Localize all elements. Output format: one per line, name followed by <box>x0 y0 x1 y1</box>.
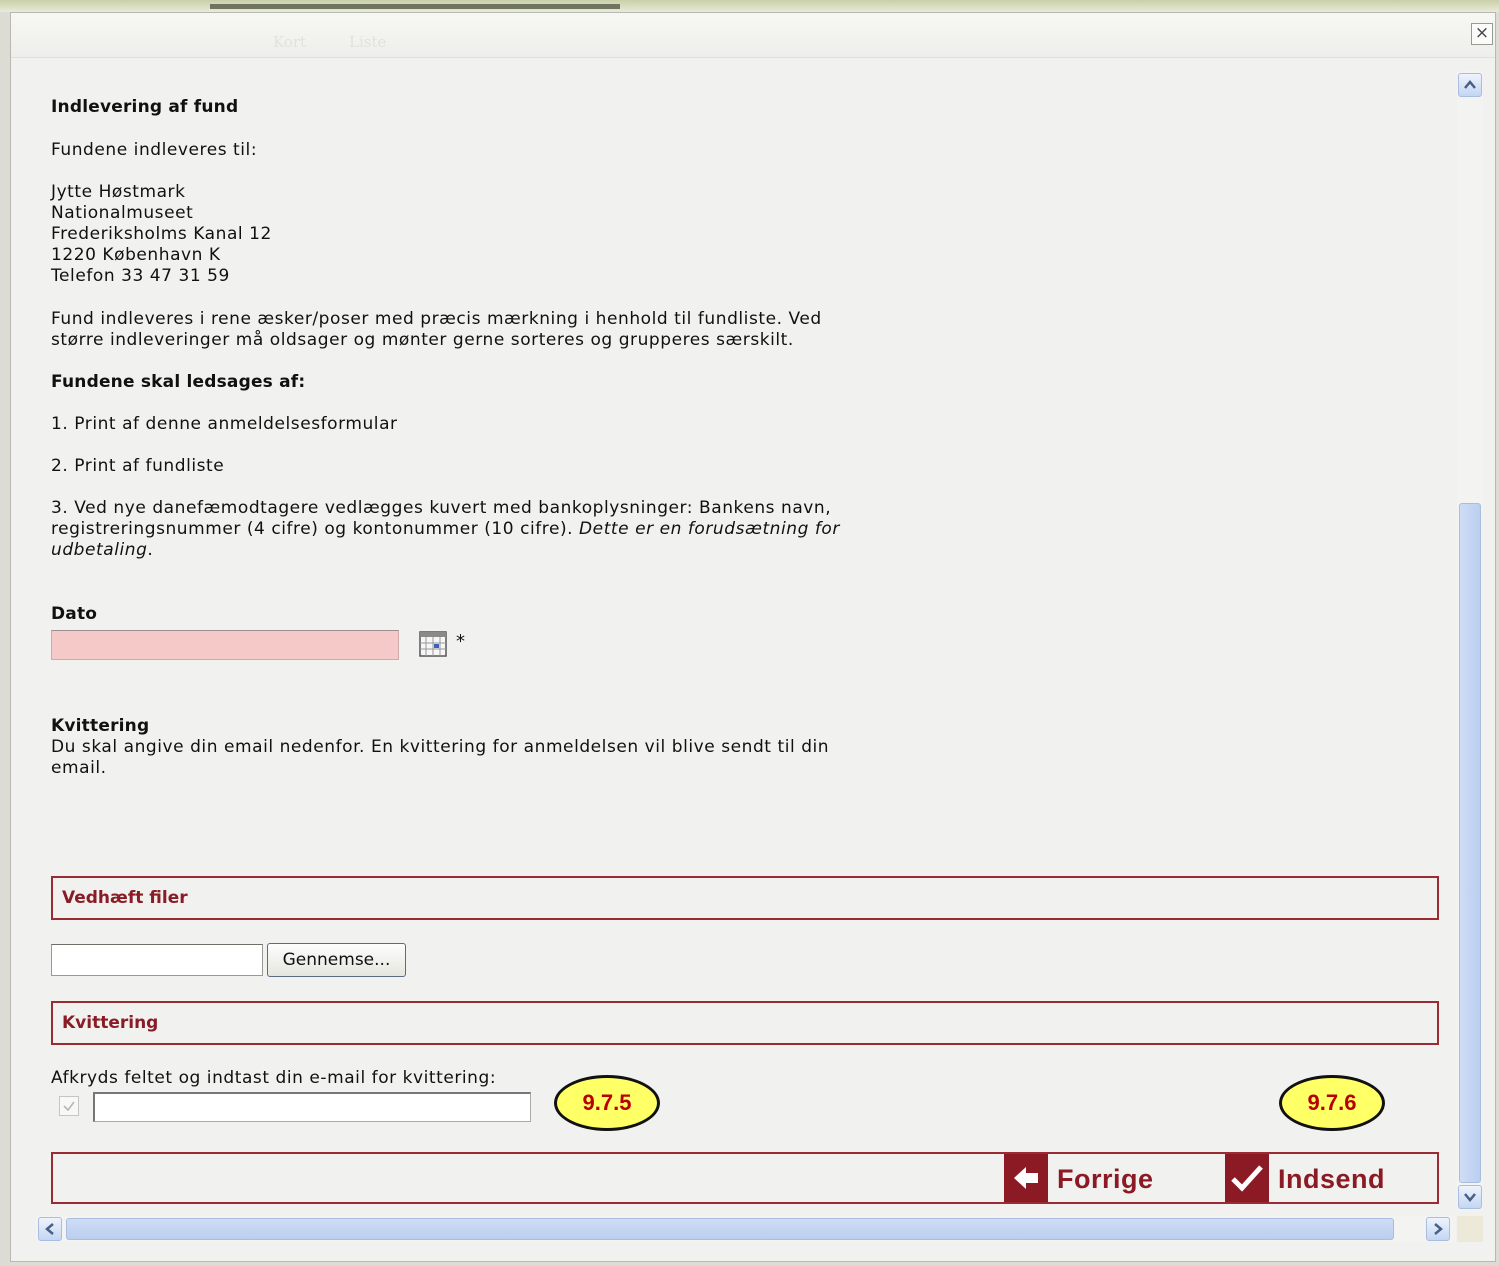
delivered-to-text: Fundene indleveres til: <box>51 140 258 160</box>
address-line: Frederiksholms Kanal 12 <box>51 224 272 244</box>
receipt-section-header: Kvittering <box>51 1001 1439 1045</box>
date-label: Dato <box>51 604 98 624</box>
address-line: 1220 København K <box>51 245 221 265</box>
address-line: Jytte Høstmark <box>51 182 186 202</box>
arrow-left-icon <box>1004 1154 1048 1202</box>
calendar-icon[interactable] <box>419 631 447 657</box>
requirement-text: registreringsnummer (4 cifre) og kontonu… <box>51 519 580 539</box>
scroll-up-button[interactable] <box>1458 73 1482 97</box>
vertical-scrollbar[interactable] <box>1457 71 1483 1211</box>
check-icon <box>63 1101 75 1112</box>
back-button-label: Forrige <box>1057 1164 1154 1194</box>
scrollbar-corner <box>1457 1216 1483 1242</box>
requirement-item: 1. Print af denne anmeldelsesformular <box>51 414 398 434</box>
packaging-text: Fund indleveres i rene æsker/poser med p… <box>51 309 822 329</box>
chevron-right-icon <box>1434 1223 1443 1235</box>
browse-button[interactable]: Gennemse... <box>267 943 406 977</box>
scroll-left-button[interactable] <box>38 1217 62 1241</box>
back-button[interactable]: Forrige <box>1004 1154 1222 1202</box>
horizontal-scrollbar[interactable] <box>36 1216 1456 1242</box>
submit-button[interactable]: Indsend <box>1225 1154 1437 1202</box>
receipt-section-title: Kvittering <box>62 1013 159 1033</box>
vertical-scroll-thumb[interactable] <box>1459 503 1481 1183</box>
delivery-heading: Indlevering af fund <box>51 97 239 117</box>
background-tab-list: Liste <box>349 33 387 51</box>
date-input[interactable] <box>51 630 399 660</box>
attach-files-title: Vedhæft filer <box>62 888 188 908</box>
required-marker: * <box>456 631 465 652</box>
receipt-prompt: Afkryds feltet og indtast din e-mail for… <box>51 1068 497 1088</box>
attach-files-section-header: Vedhæft filer <box>51 876 1439 920</box>
background-window-strip <box>0 0 1499 12</box>
requirement-note: udbetaling <box>51 540 148 560</box>
navigation-bar: Forrige Indsend <box>51 1152 1439 1204</box>
email-input[interactable] <box>93 1092 531 1122</box>
requirement-item: 2. Print af fundliste <box>51 456 225 476</box>
close-button[interactable]: × <box>1471 23 1493 45</box>
scroll-down-button[interactable] <box>1458 1185 1482 1209</box>
close-icon: × <box>1474 23 1490 43</box>
annotation-callout: 9.7.6 <box>1279 1075 1385 1131</box>
receipt-checkbox[interactable] <box>59 1096 79 1116</box>
scroll-right-button[interactable] <box>1426 1217 1450 1241</box>
submit-button-label: Indsend <box>1278 1164 1386 1194</box>
receipt-info-text: Du skal angive din email nedenfor. En kv… <box>51 737 830 757</box>
requirement-note: Dette er en forudsætning for <box>579 519 840 539</box>
requirement-period: . <box>147 540 154 560</box>
background-tab-map: Kort <box>273 33 307 51</box>
address-line: Telefon 33 47 31 59 <box>51 266 230 286</box>
annotation-callout: 9.7.5 <box>554 1075 660 1131</box>
packaging-text: større indleveringer må oldsager og mønt… <box>51 330 794 350</box>
dialog-titlebar: Kort Liste × <box>11 13 1495 58</box>
chevron-down-icon <box>1464 1193 1476 1202</box>
receipt-info-text: email. <box>51 758 107 778</box>
checkmark-icon <box>1225 1154 1269 1202</box>
requirement-item-continued: registreringsnummer (4 cifre) og kontonu… <box>51 519 840 540</box>
chevron-left-icon <box>45 1223 54 1235</box>
address-line: Nationalmuseet <box>51 203 194 223</box>
accompany-heading: Fundene skal ledsages af: <box>51 372 306 392</box>
horizontal-scroll-thumb[interactable] <box>66 1218 1394 1240</box>
chevron-up-icon <box>1464 80 1476 89</box>
find-report-dialog: Kort Liste × Indlevering af fund Fundene… <box>10 12 1496 1262</box>
requirement-item: 3. Ved nye danefæmodtagere vedlægges kuv… <box>51 498 832 518</box>
file-path-input[interactable] <box>51 944 263 976</box>
requirement-item-end: udbetaling. <box>51 540 153 561</box>
receipt-info-heading: Kvittering <box>51 716 150 736</box>
